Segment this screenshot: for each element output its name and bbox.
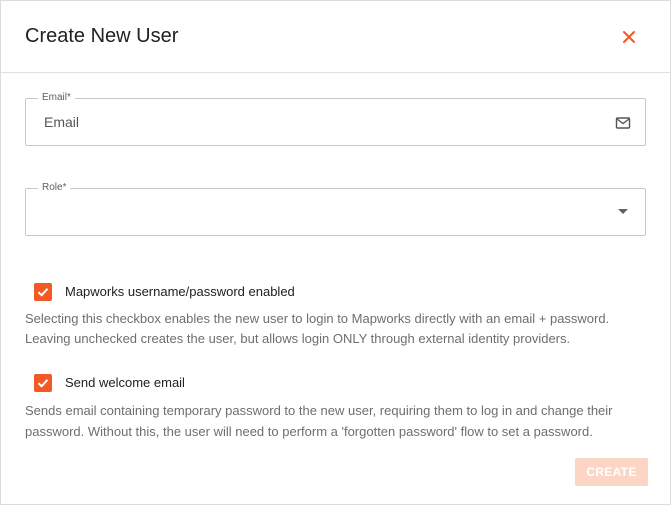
email-input[interactable] (40, 99, 604, 145)
create-user-dialog: Create New User Email* Role* Mapworks us… (0, 0, 671, 505)
close-button[interactable] (617, 25, 641, 49)
mapworks-auth-help-line-1: Selecting this checkbox enables the new … (25, 311, 610, 326)
welcome-email-help-line-1: Sends email containing temporary passwor… (25, 403, 613, 418)
welcome-email-checkbox[interactable] (34, 374, 52, 392)
welcome-email-help-line-2: password. Without this, the user will ne… (25, 424, 593, 439)
role-select[interactable]: Role* (25, 182, 646, 236)
checkmark-icon (37, 288, 49, 297)
create-button[interactable]: CREATE (575, 458, 648, 486)
checkmark-icon (37, 379, 49, 388)
mapworks-auth-checkbox[interactable] (34, 283, 52, 301)
dialog-header: Create New User (1, 1, 670, 73)
close-icon (623, 31, 635, 43)
role-selected-value (44, 189, 604, 235)
mail-icon (615, 117, 631, 129)
chevron-down-icon (618, 209, 628, 214)
mapworks-auth-label: Mapworks username/password enabled (65, 284, 295, 299)
dialog-title: Create New User (25, 25, 179, 47)
mapworks-auth-help-line-2: Leaving unchecked creates the user, but … (25, 331, 571, 346)
welcome-email-label: Send welcome email (65, 375, 185, 390)
email-field[interactable]: Email* (25, 92, 646, 146)
